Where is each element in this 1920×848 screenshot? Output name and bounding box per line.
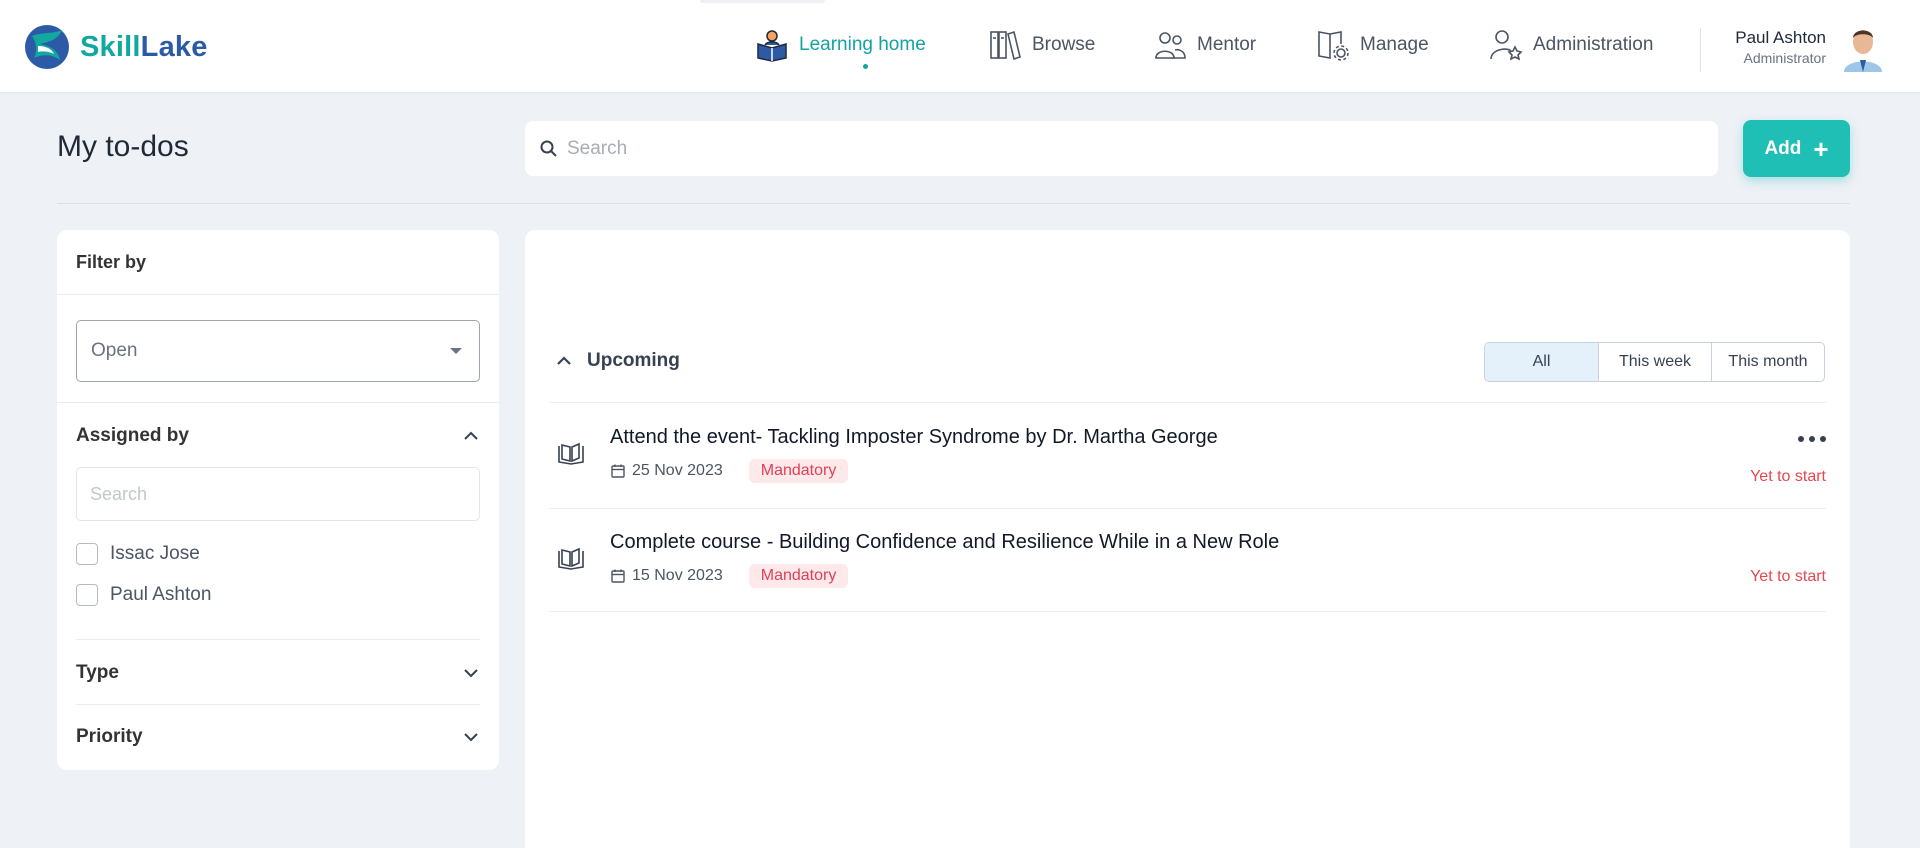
open-book-icon: [558, 547, 584, 570]
divider: [1700, 28, 1701, 72]
nav-learning-home[interactable]: Learning home: [755, 28, 926, 69]
page-title: My to-dos: [57, 130, 189, 163]
chevron-up-icon: [557, 356, 571, 365]
app-logo[interactable]: SkillLake: [24, 24, 208, 70]
assigned-by-search-input[interactable]: [76, 467, 480, 521]
chevron-down-icon: [464, 733, 478, 742]
tab-indicator: [700, 0, 825, 3]
avatar[interactable]: [1838, 22, 1888, 72]
search-input[interactable]: [567, 137, 1667, 160]
checkbox[interactable]: [76, 584, 98, 606]
search-bar[interactable]: [525, 121, 1718, 176]
books-icon: [990, 30, 1021, 61]
book-gear-icon: [1318, 31, 1349, 61]
status-select[interactable]: Open: [76, 320, 480, 382]
nav-label: Administration: [1533, 34, 1654, 55]
open-book-icon: [558, 442, 584, 465]
search-icon: [540, 140, 557, 157]
type-section-header[interactable]: Type: [76, 662, 480, 684]
nav-label: Manage: [1360, 34, 1429, 55]
filter-title: Filter by: [76, 252, 147, 272]
checkbox[interactable]: [76, 543, 98, 565]
nav-administration[interactable]: Administration: [1489, 28, 1653, 62]
more-options-icon[interactable]: [1798, 436, 1826, 442]
priority-section-header[interactable]: Priority: [76, 726, 480, 748]
todo-list-panel: Upcoming All This week This month Attend…: [525, 230, 1850, 848]
nav-label: Learning home: [799, 34, 926, 55]
assigned-by-option[interactable]: Paul Ashton: [76, 584, 211, 606]
nav-label: Mentor: [1197, 34, 1257, 55]
chevron-up-icon: [464, 431, 478, 440]
user-info[interactable]: Paul Ashton Administrator: [1735, 28, 1826, 66]
people-icon: [1155, 32, 1186, 59]
caret-down-icon: [450, 348, 462, 354]
due-date: 15 Nov 2023: [632, 567, 723, 584]
user-name: Paul Ashton: [1735, 28, 1826, 47]
app-name: SkillLake: [80, 30, 208, 63]
plus-icon: +: [1813, 133, 1829, 164]
todo-meta: 15 Nov 2023 Mandatory: [610, 564, 849, 588]
todo-meta: 25 Nov 2023 Mandatory: [610, 459, 849, 483]
mandatory-badge: Mandatory: [748, 564, 849, 588]
user-gear-icon: [1490, 30, 1523, 61]
todo-title[interactable]: Complete course - Building Confidence an…: [610, 531, 1279, 554]
divider: [76, 704, 480, 705]
add-button[interactable]: Add +: [1743, 120, 1850, 177]
skilllake-logo-icon: [25, 25, 69, 69]
calendar-icon: [611, 464, 625, 478]
priority-label: Priority: [76, 726, 143, 747]
status-text: Yet to start: [1750, 568, 1826, 585]
option-label: Issac Jose: [110, 543, 200, 564]
nav-label: Browse: [1032, 34, 1096, 55]
assigned-by-label: Assigned by: [76, 425, 189, 446]
calendar-icon: [611, 569, 625, 583]
assigned-by-section-header[interactable]: Assigned by: [76, 425, 480, 447]
nav-mentor[interactable]: Mentor: [1153, 28, 1256, 62]
divider: [57, 203, 1850, 204]
date-range-toggle: All This week This month: [1484, 342, 1825, 382]
filter-panel: Filter by Open Assigned by Issac Jose Pa…: [57, 230, 499, 770]
range-all-button[interactable]: All: [1485, 343, 1598, 381]
status-text: Yet to start: [1750, 468, 1826, 485]
todo-item[interactable]: Complete course - Building Confidence an…: [549, 507, 1826, 611]
divider: [57, 294, 499, 295]
nav-manage[interactable]: Manage: [1316, 28, 1429, 62]
chevron-down-icon: [464, 669, 478, 678]
active-indicator: [863, 64, 868, 69]
upcoming-label: Upcoming: [587, 350, 680, 371]
due-date: 25 Nov 2023: [632, 462, 723, 479]
divider: [57, 402, 499, 403]
range-this-month-button[interactable]: This month: [1711, 343, 1824, 381]
user-role: Administrator: [1743, 50, 1826, 66]
divider: [549, 611, 1826, 612]
upcoming-section-header[interactable]: Upcoming: [555, 350, 680, 372]
nav-browse[interactable]: Browse: [988, 28, 1095, 62]
add-button-label: Add: [1764, 137, 1802, 159]
status-select-value: Open: [91, 340, 138, 361]
type-label: Type: [76, 662, 119, 683]
range-this-week-button[interactable]: This week: [1598, 343, 1711, 381]
top-navigation-bar: SkillLake Learning home Browse Mentor Ma…: [0, 0, 1920, 92]
todo-item[interactable]: Attend the event- Tackling Imposter Synd…: [549, 402, 1826, 506]
mandatory-badge: Mandatory: [748, 459, 849, 483]
option-label: Paul Ashton: [110, 584, 212, 605]
todo-title[interactable]: Attend the event- Tackling Imposter Synd…: [610, 426, 1218, 449]
reading-person-icon: [757, 30, 787, 62]
assigned-by-option[interactable]: Issac Jose: [76, 543, 200, 565]
divider: [76, 639, 480, 640]
